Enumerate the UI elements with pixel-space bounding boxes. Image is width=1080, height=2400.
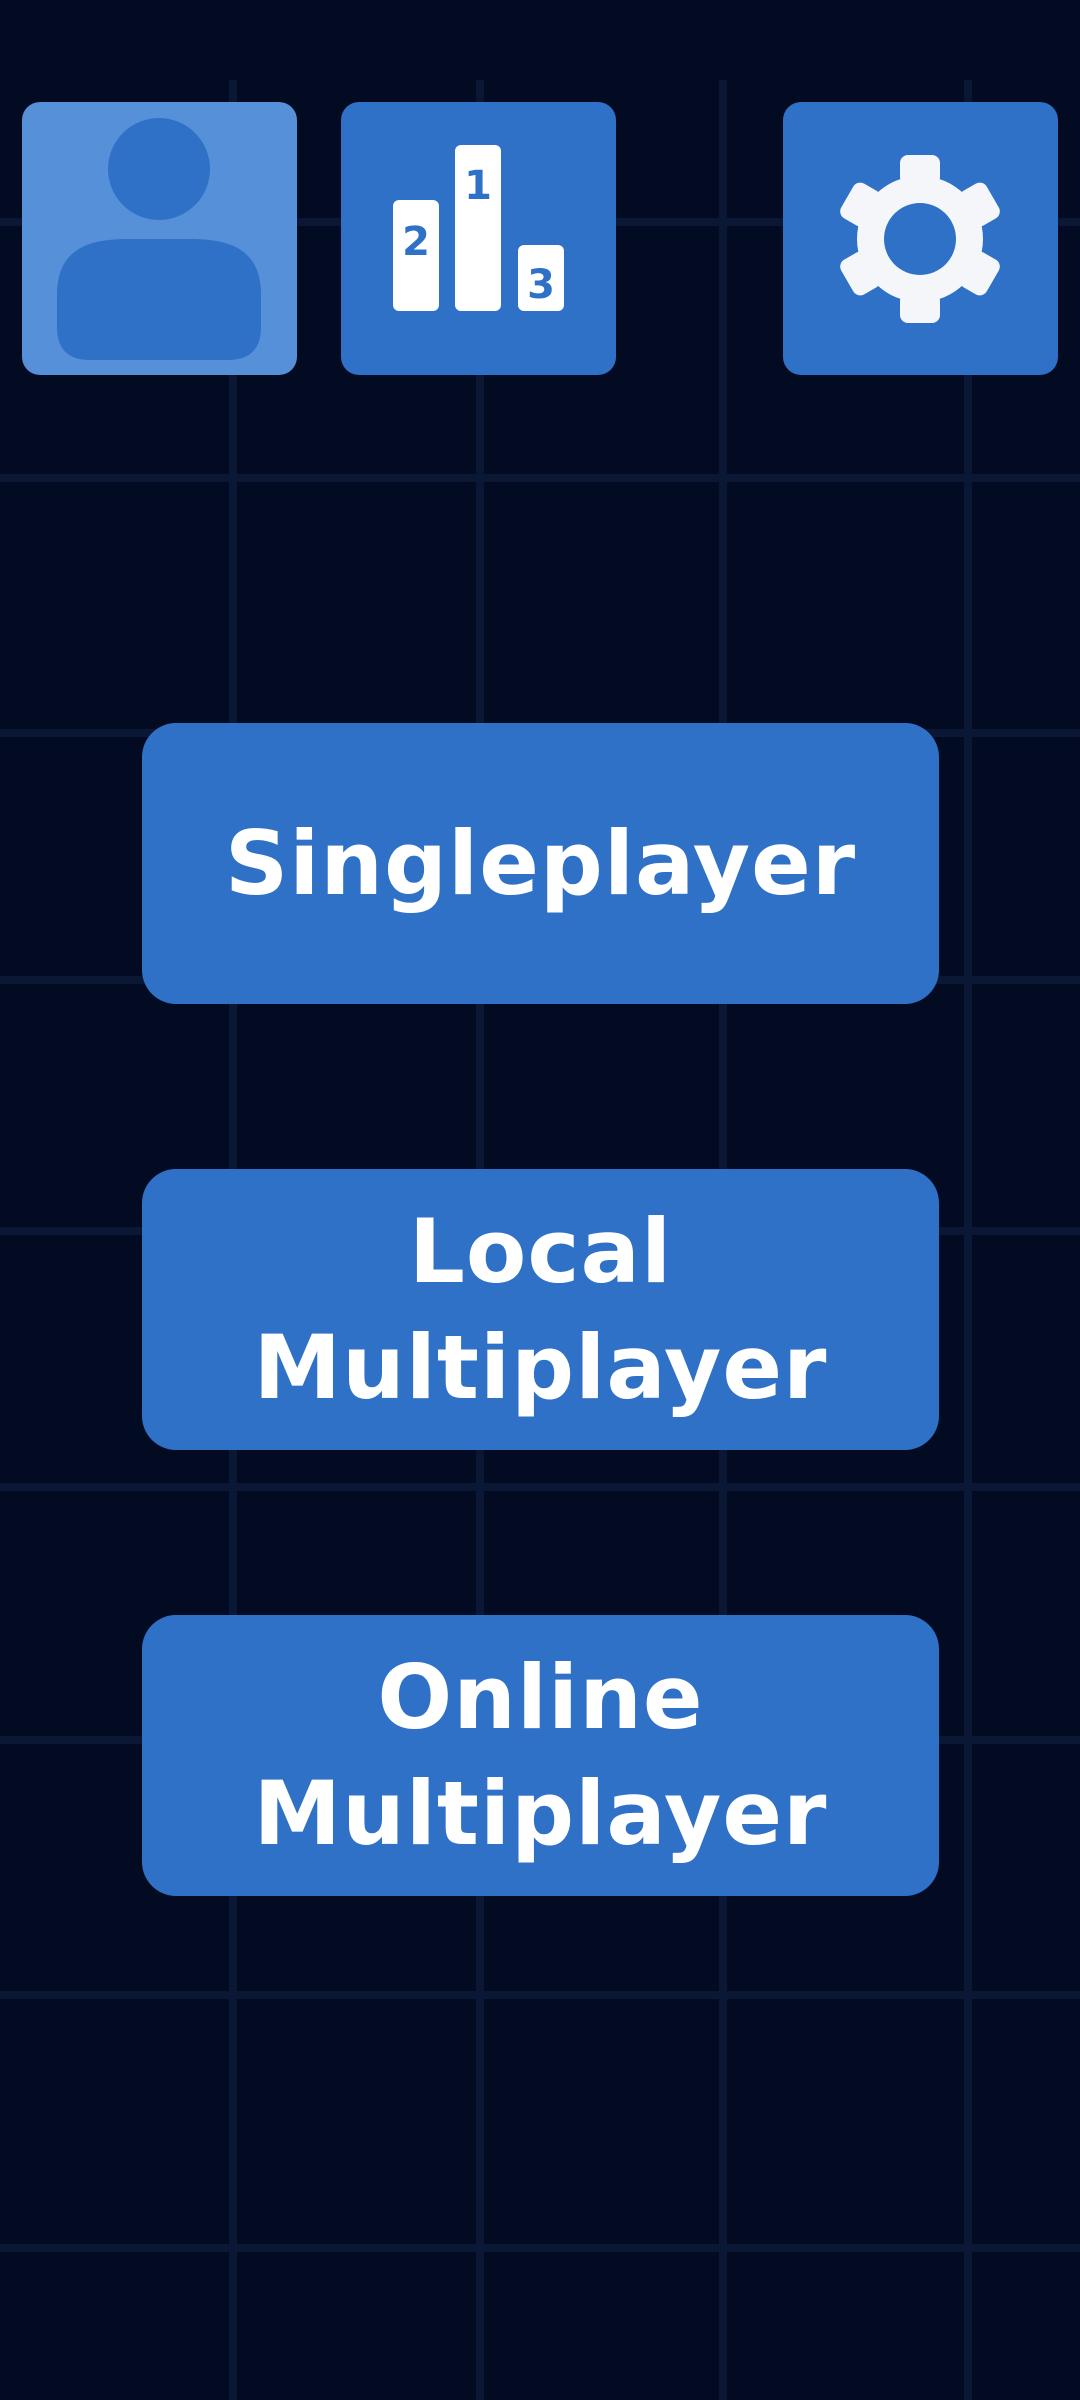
online-multiplayer-button[interactable]: Online Multiplayer bbox=[142, 1615, 939, 1896]
settings-button[interactable] bbox=[783, 102, 1058, 375]
profile-button[interactable] bbox=[22, 102, 297, 375]
rank-3-label: 3 bbox=[527, 262, 555, 308]
leaderboard-button[interactable]: 2 1 3 bbox=[341, 102, 616, 375]
podium-icon: 2 1 3 bbox=[393, 145, 564, 311]
rank-1-label: 1 bbox=[464, 163, 492, 209]
user-avatar-icon bbox=[57, 118, 261, 360]
singleplayer-button[interactable]: Singleplayer bbox=[142, 723, 939, 1004]
gear-icon bbox=[840, 155, 1000, 323]
rank-2-label: 2 bbox=[402, 219, 430, 265]
local-multiplayer-button[interactable]: Local Multiplayer bbox=[142, 1169, 939, 1450]
